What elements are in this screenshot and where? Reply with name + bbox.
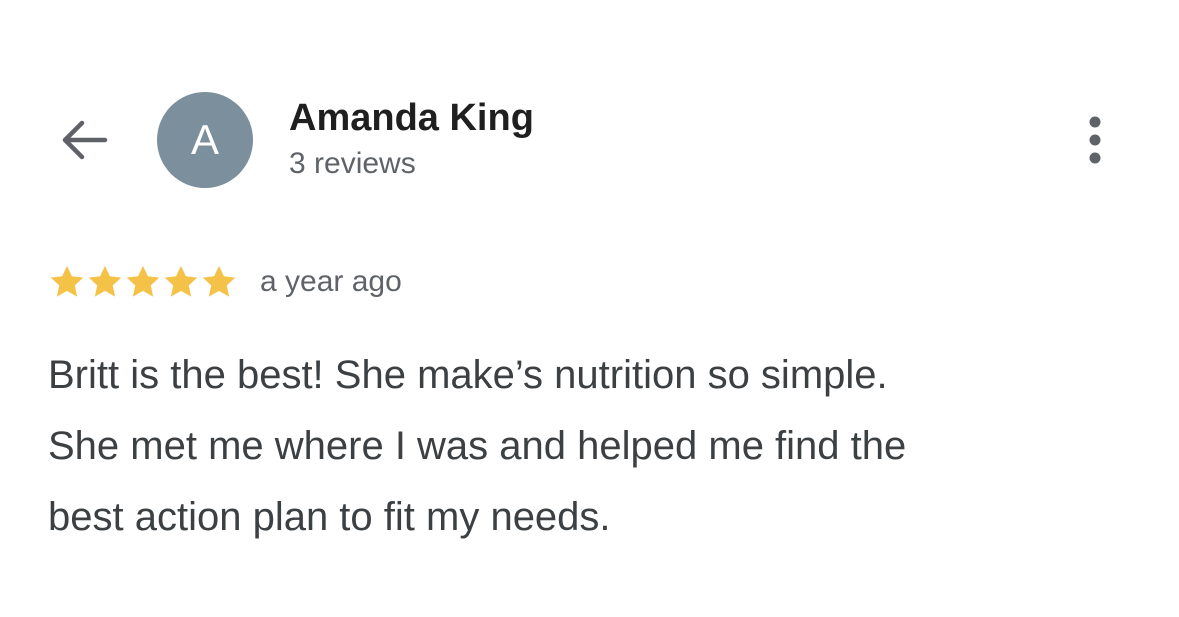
- avatar-letter: A: [190, 116, 219, 163]
- back-button[interactable]: [56, 112, 112, 168]
- star-icon: [164, 265, 198, 297]
- rating-row: a year ago: [48, 262, 402, 302]
- star-icon: [202, 265, 236, 297]
- reviewer-name[interactable]: Amanda King: [289, 96, 534, 140]
- star-rating: [48, 263, 238, 301]
- more-vertical-icon: [1089, 116, 1101, 164]
- star-icon: [126, 265, 160, 297]
- arrow-back-icon: [62, 120, 108, 160]
- review-text-line: best action plan to fit my needs.: [48, 495, 611, 539]
- more-options-button[interactable]: [1072, 110, 1118, 170]
- star-icon: [50, 265, 84, 297]
- review-text: Britt is the best! She make’s nutrition …: [48, 340, 1148, 553]
- review-text-line: She met me where I was and helped me fin…: [48, 424, 907, 468]
- review-text-line: Britt is the best! She make’s nutrition …: [48, 353, 888, 397]
- review-time: a year ago: [260, 265, 402, 298]
- review-count: 3 reviews: [289, 147, 416, 180]
- star-icon: [88, 265, 122, 297]
- avatar[interactable]: A: [157, 92, 253, 188]
